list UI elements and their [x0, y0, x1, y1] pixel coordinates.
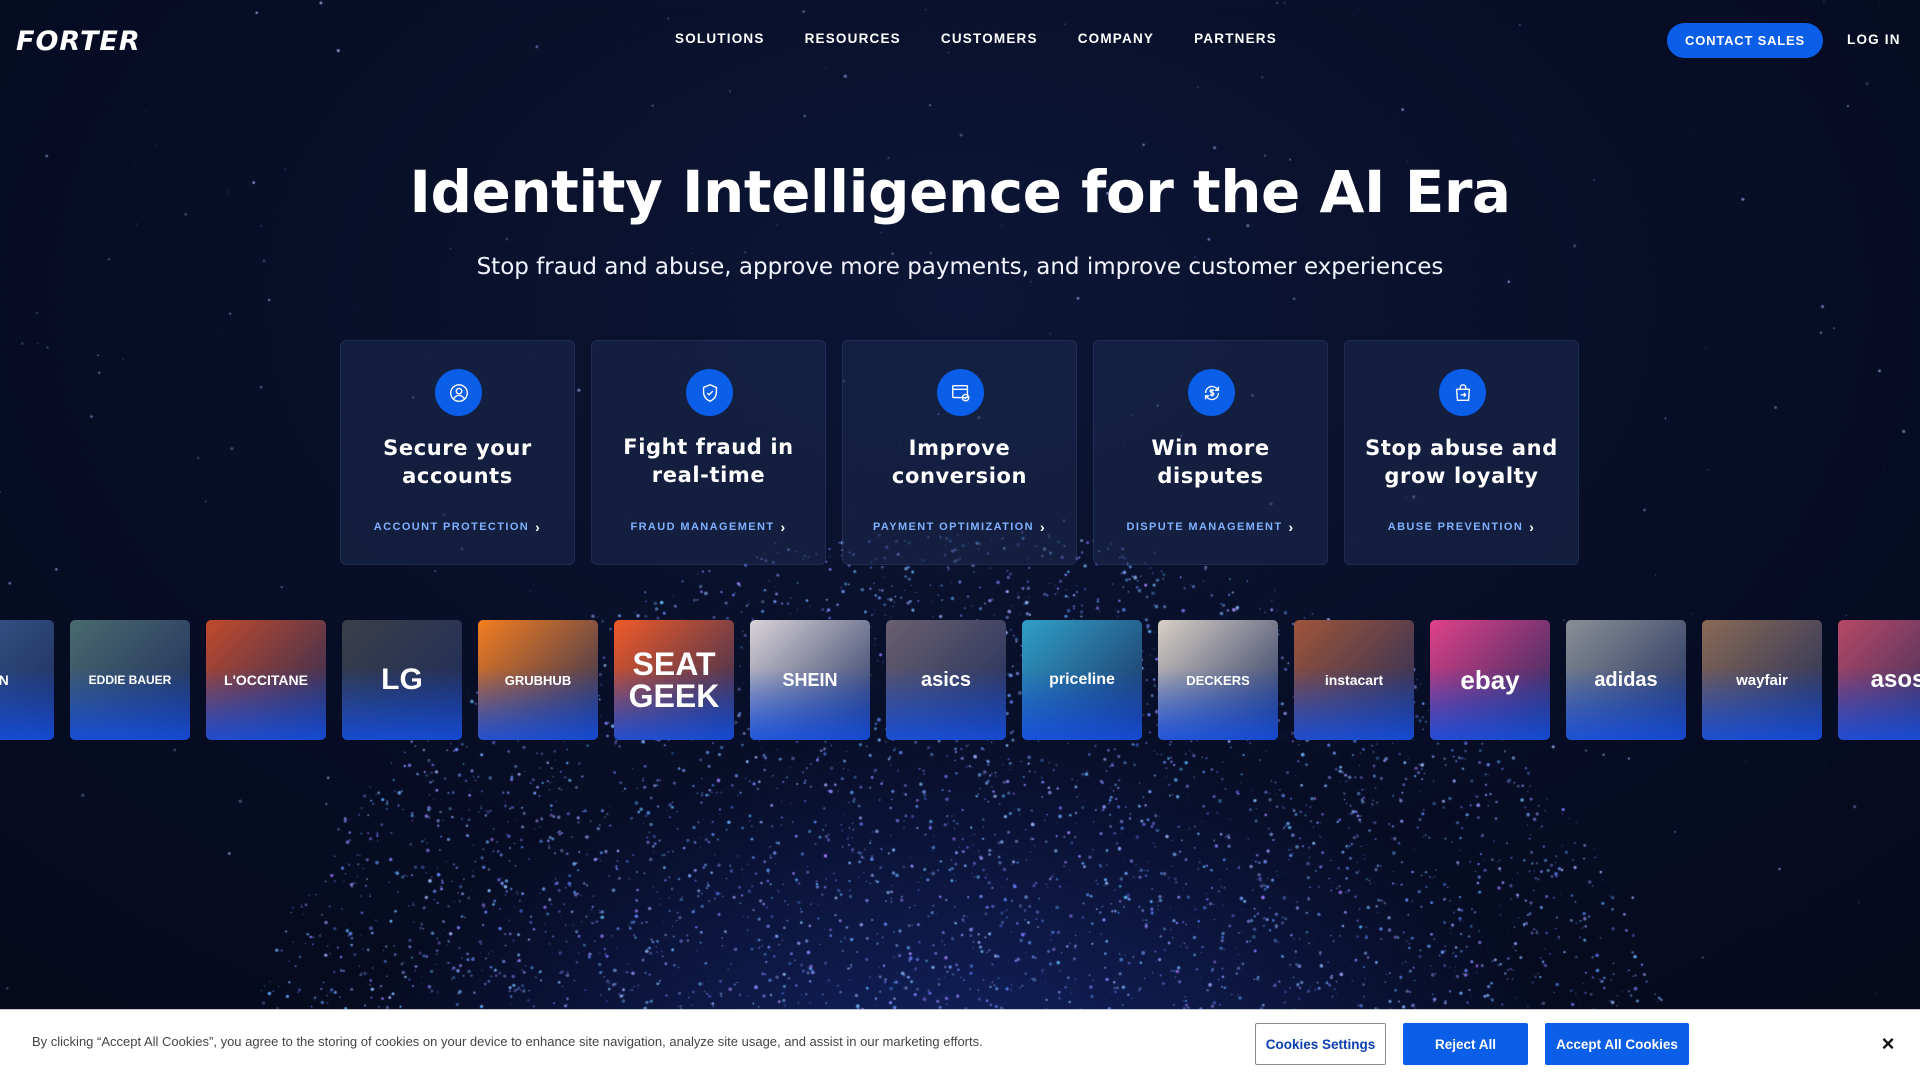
customer-logo-tile: asics	[886, 620, 1006, 740]
card-link-label: ACCOUNT PROTECTION	[373, 521, 530, 533]
main-nav: SOLUTIONS RESOURCES CUSTOMERS COMPANY PA…	[675, 31, 1277, 46]
chevron-right-icon: ›	[1288, 519, 1295, 535]
accept-all-cookies-button[interactable]: Accept All Cookies	[1545, 1023, 1689, 1065]
card-title: Improve conversion	[891, 436, 1028, 488]
customer-logo-label: EDDIE BAUER	[88, 673, 172, 687]
customer-logo-tile: DECKERS	[1158, 620, 1278, 740]
customer-logo-label: asos	[1870, 666, 1920, 693]
nav-solutions[interactable]: SOLUTIONS	[675, 31, 765, 46]
card-link-fraud-management[interactable]: FRAUD MANAGEMENT ›	[592, 519, 825, 535]
customer-logo-strip: SUN EDDIE BAUER L'OCCITANE LG GRUBHUB SEAT GE…	[0, 620, 1920, 740]
customer-logo-tile: SEAT GEEK	[614, 620, 734, 740]
contact-sales-button[interactable]: CONTACT SALES	[1667, 23, 1823, 58]
nav-company[interactable]: COMPANY	[1078, 31, 1154, 46]
customer-logo-label: L'OCCITANE	[224, 672, 308, 688]
card-title: Stop abuse and grow loyalty	[1365, 436, 1558, 488]
shopping-bag-arrow-icon	[1439, 369, 1486, 416]
customer-logo-label: SHEIN	[782, 670, 838, 690]
nav-partners[interactable]: PARTNERS	[1194, 31, 1277, 46]
chevron-right-icon: ›	[780, 519, 787, 535]
customer-logo-label: instacart	[1324, 672, 1384, 688]
cookie-text: By clicking “Accept All Cookies”, you ag…	[32, 1034, 983, 1049]
customer-logo-label: priceline	[1049, 671, 1115, 688]
card-stop-abuse[interactable]: Stop abuse and grow loyalty ABUSE PREVEN…	[1344, 340, 1579, 565]
customer-logo-label: LG	[381, 663, 423, 696]
hero-title: Identity Intelligence for the AI Era	[409, 158, 1511, 226]
customer-logo-tile: SHEIN	[750, 620, 870, 740]
card-link-dispute-management[interactable]: DISPUTE MANAGEMENT ›	[1094, 519, 1327, 535]
customer-logo-label: DECKERS	[1186, 672, 1250, 688]
card-title: Fight fraud in real-time	[623, 435, 794, 487]
customer-logo-label: ebay	[1460, 665, 1520, 695]
customer-logo-label: SEAT GEEK	[628, 646, 720, 714]
nav-resources[interactable]: RESOURCES	[805, 31, 901, 46]
card-win-disputes[interactable]: Win more disputes DISPUTE MANAGEMENT ›	[1093, 340, 1328, 565]
card-link-label: FRAUD MANAGEMENT	[630, 521, 775, 533]
chevron-right-icon: ›	[1529, 519, 1536, 535]
card-fight-fraud[interactable]: Fight fraud in real-time FRAUD MANAGEMEN…	[591, 340, 826, 565]
customer-logo-label: adidas	[1594, 669, 1658, 691]
card-title: Win more disputes	[1151, 436, 1270, 488]
hero-subtitle: Stop fraud and abuse, approve more payme…	[476, 254, 1444, 280]
card-link-label: ABUSE PREVENTION	[1387, 521, 1524, 533]
customer-logo-tile: LG	[342, 620, 462, 740]
card-link-abuse-prevention[interactable]: ABUSE PREVENTION ›	[1345, 519, 1578, 535]
card-link-payment-optimization[interactable]: PAYMENT OPTIMIZATION ›	[843, 519, 1076, 535]
customer-logo-tile: GRUBHUB	[478, 620, 598, 740]
login-link[interactable]: LOG IN	[1847, 32, 1901, 47]
customer-logo-label: GRUBHUB	[504, 672, 572, 688]
customer-logo-tile: priceline	[1022, 620, 1142, 740]
site-header: FORTER SOLUTIONS RESOURCES CUSTOMERS COM…	[0, 0, 1920, 80]
reject-all-button[interactable]: Reject All	[1403, 1023, 1528, 1065]
card-link-label: PAYMENT OPTIMIZATION	[872, 521, 1034, 533]
logo-text: FORTER	[16, 26, 141, 57]
customer-logo-label: asics	[920, 669, 972, 691]
customer-logo-label: wayfair	[1736, 671, 1788, 689]
card-link-account-protection[interactable]: ACCOUNT PROTECTION ›	[341, 519, 574, 535]
chevron-right-icon: ›	[1039, 519, 1047, 535]
customer-logo-tile: wayfair	[1702, 620, 1822, 740]
customer-logo-tile: instacart	[1294, 620, 1414, 740]
customer-logo-tile: ebay	[1430, 620, 1550, 740]
customer-logo-tile: L'OCCITANE	[206, 620, 326, 740]
customer-logo-label: SUN	[0, 672, 9, 688]
solution-cards: Secure your accounts ACCOUNT PROTECTION …	[340, 340, 1579, 565]
cookies-settings-button[interactable]: Cookies Settings	[1255, 1023, 1386, 1065]
card-secure-accounts[interactable]: Secure your accounts ACCOUNT PROTECTION …	[340, 340, 575, 565]
customer-logo-tile: EDDIE BAUER	[70, 620, 190, 740]
payment-screen-icon	[937, 369, 984, 416]
cookie-banner: By clicking “Accept All Cookies”, you ag…	[0, 1009, 1920, 1080]
nav-customers[interactable]: CUSTOMERS	[941, 31, 1038, 46]
card-improve-conversion[interactable]: Improve conversion PAYMENT OPTIMIZATION …	[842, 340, 1077, 565]
chevron-right-icon: ›	[535, 519, 542, 535]
card-link-label: DISPUTE MANAGEMENT	[1126, 521, 1283, 533]
user-circle-icon	[435, 369, 482, 416]
customer-logo-tile: asos	[1838, 620, 1920, 740]
customer-logo-tile: SUN	[0, 620, 54, 740]
forter-logo[interactable]: FORTER	[16, 26, 141, 57]
close-icon[interactable]: ×	[1878, 1033, 1898, 1055]
dollar-cycle-icon	[1188, 369, 1235, 416]
customer-logo-tile: adidas	[1566, 620, 1686, 740]
shield-check-icon	[686, 369, 733, 416]
card-title: Secure your accounts	[383, 436, 532, 488]
